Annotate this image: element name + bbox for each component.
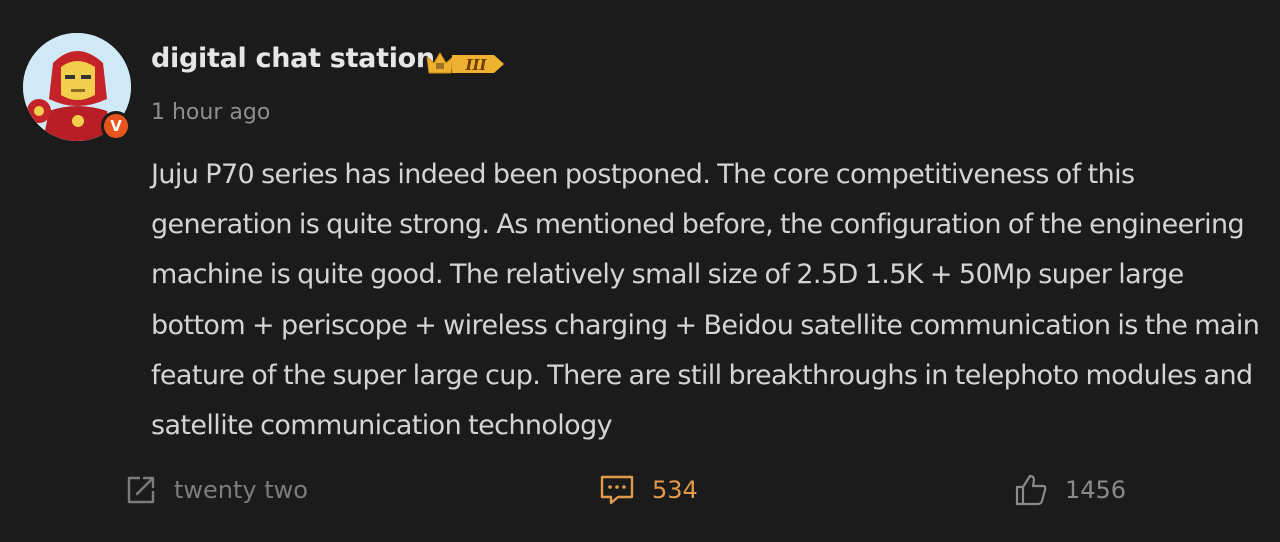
share-icon [127, 476, 155, 504]
like-count: 1456 [1065, 476, 1127, 504]
level-badge-text: III [464, 56, 487, 74]
share-button[interactable]: twenty two [124, 470, 308, 510]
post-content: Juju P70 series has indeed been postpone… [151, 159, 1260, 442]
verified-badge-icon: V [101, 111, 131, 141]
author-avatar-container[interactable]: V [23, 33, 131, 141]
like-button[interactable]: 1456 [1013, 470, 1126, 510]
post-actions-bar: twenty two 534 1456 [0, 470, 1280, 510]
post-timestamp: 1 hour ago [151, 100, 271, 125]
share-label: twenty two [174, 476, 308, 504]
comment-button[interactable]: 534 [598, 470, 698, 510]
level-badge-icon: III [424, 49, 508, 79]
post-card: V digital chat station III 1 hour ago Ju… [0, 0, 1280, 542]
comment-count: 534 [652, 476, 698, 504]
thumbs-up-icon [1015, 474, 1047, 506]
comment-icon [600, 475, 634, 505]
author-name[interactable]: digital chat station [151, 43, 435, 74]
